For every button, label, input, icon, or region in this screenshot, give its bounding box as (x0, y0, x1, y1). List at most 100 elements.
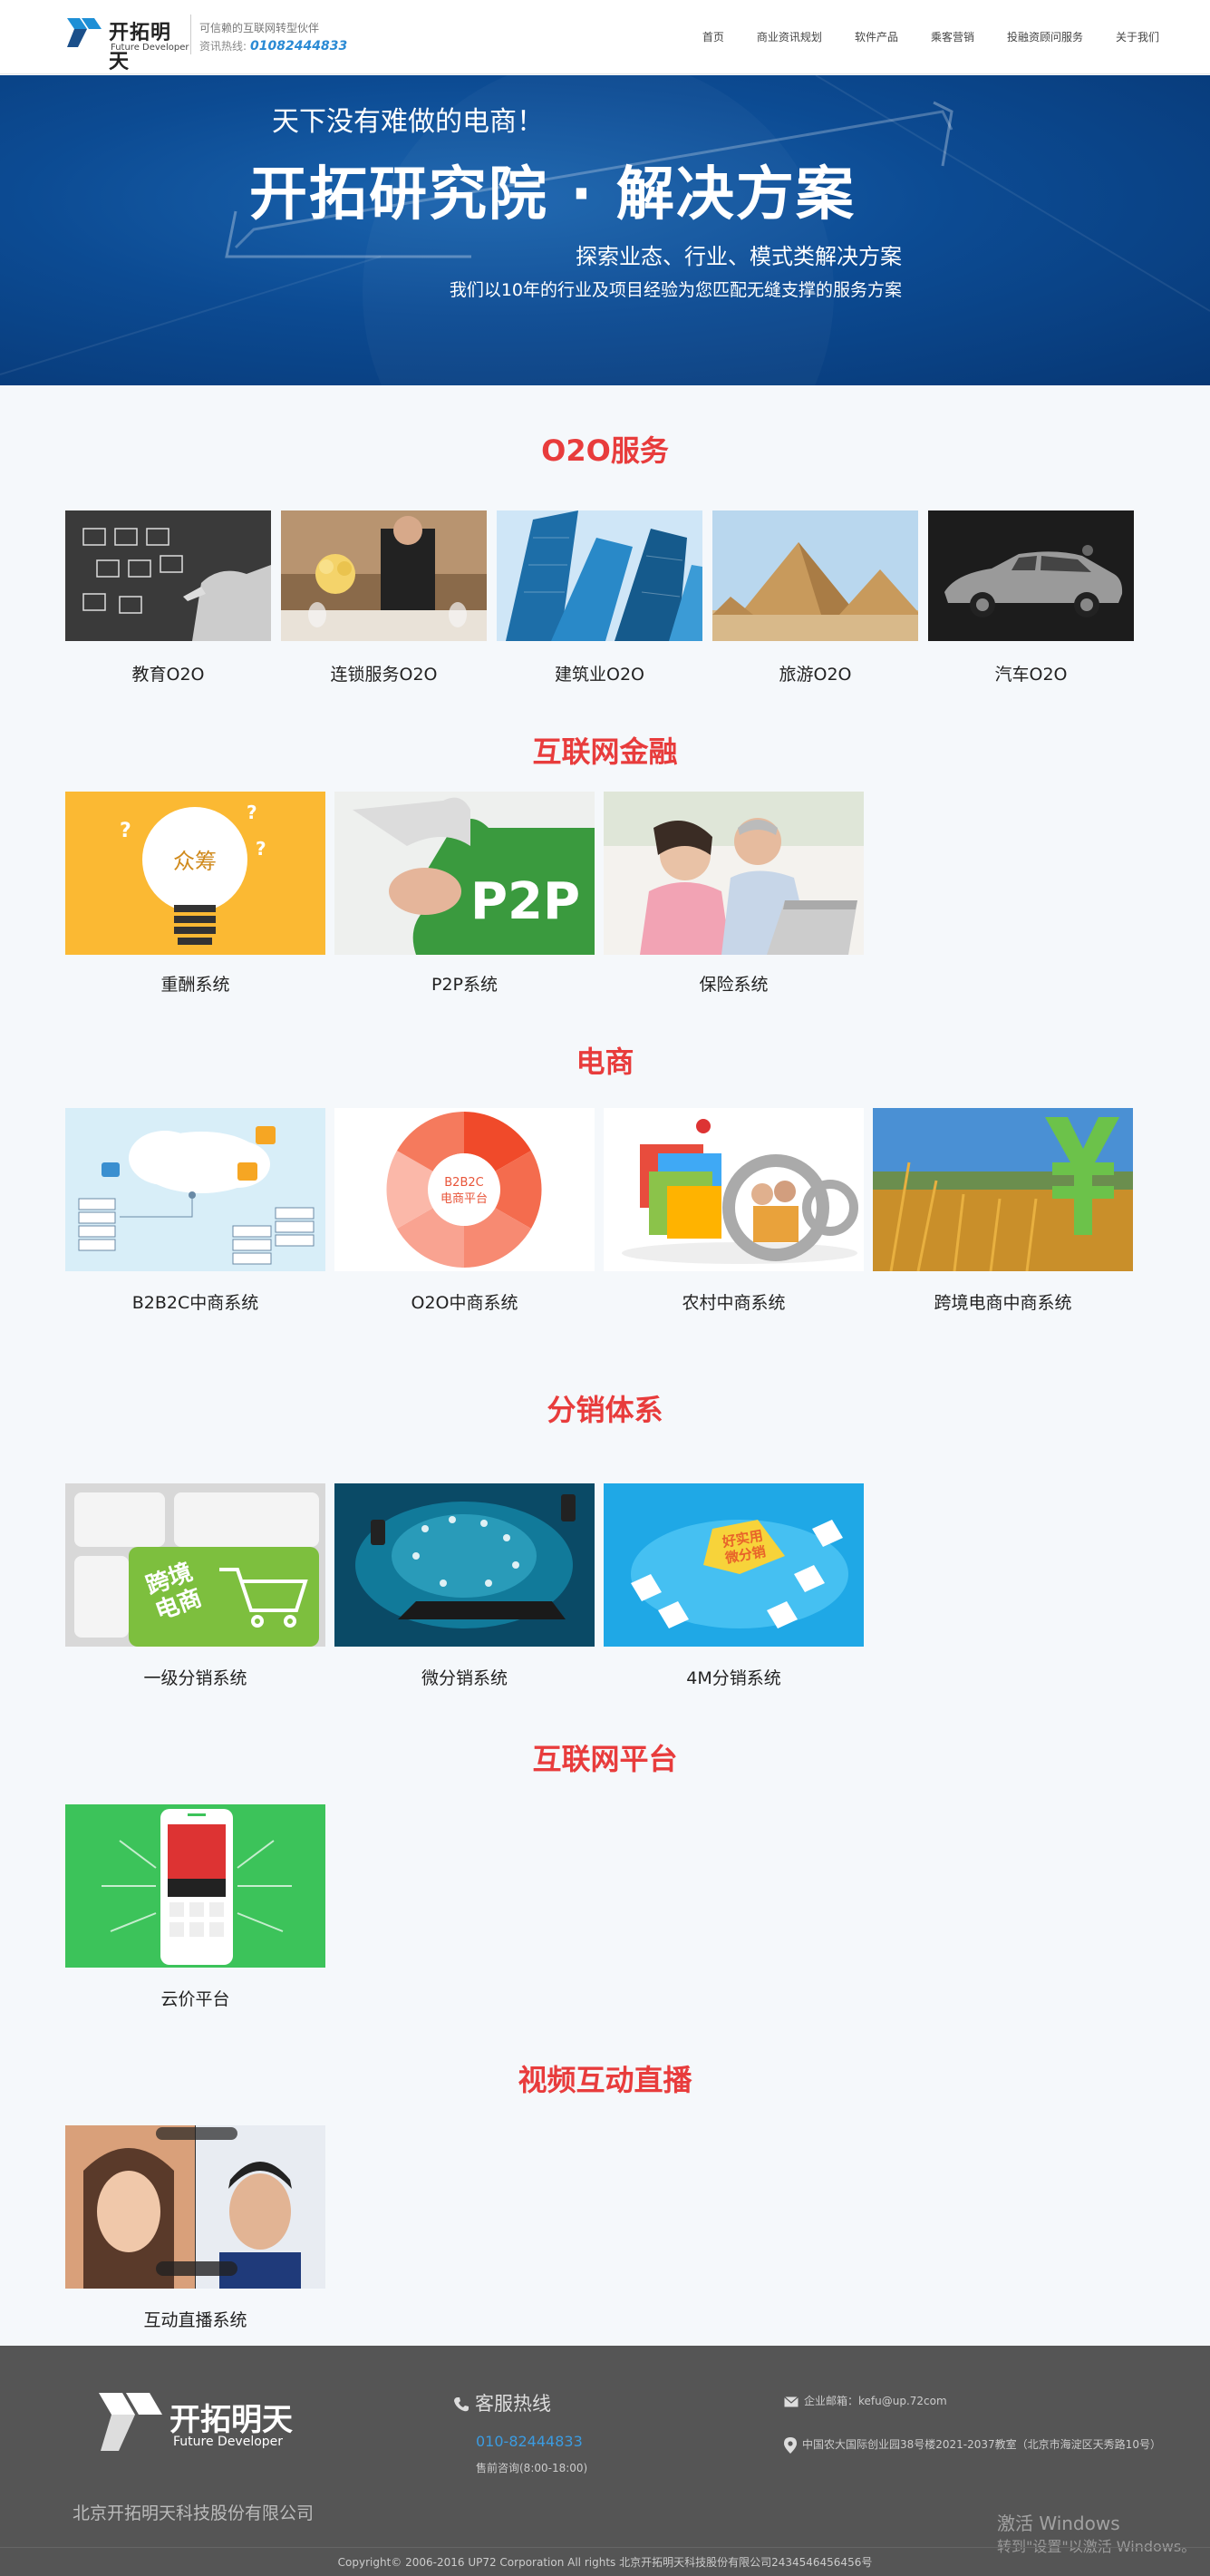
nav-software[interactable]: 软件产品 (855, 29, 898, 44)
card-auto-o2o[interactable]: 汽车O2O (928, 510, 1134, 692)
footer-divider (0, 2547, 1210, 2548)
card-crowdfunding[interactable]: 众筹 ? ? ? 重酬系统 (65, 792, 325, 996)
caption-chain-o2o: 连锁服务O2O (330, 665, 438, 685)
caption-crowdfunding: 重酬系统 (160, 975, 230, 995)
logo-mark-icon (67, 18, 102, 47)
thumb-live-streaming (65, 2125, 325, 2289)
card-crossborder[interactable]: 跨境电商中商系统 (873, 1108, 1133, 1317)
banner-subtitle: 探索业态、行业、模式类解决方案 (576, 244, 902, 269)
caption-edu-o2o: 教育O2O (131, 665, 205, 685)
windows-activation-hint: 转到"设置"以激活 Windows。 (997, 2538, 1196, 2555)
nav-about[interactable]: 关于我们 (1116, 29, 1159, 44)
logo-divider (190, 15, 191, 54)
nav-investment[interactable]: 投融资顾问服务 (1007, 29, 1083, 44)
thumb-p2p: P2P (334, 792, 595, 955)
thumb-edu-o2o (65, 510, 271, 641)
thumb-micro-distribution (334, 1483, 595, 1647)
svg-text:B2B2C: B2B2C (444, 1176, 483, 1190)
footer-hotline-label: 客服热线 (475, 2393, 551, 2415)
thumb-o2o-mall: B2B2C 电商平台 (334, 1108, 595, 1271)
thumb-b2b2c (65, 1108, 325, 1271)
caption-p2p: P2P系统 (431, 975, 498, 995)
card-o2o-mall[interactable]: B2B2C 电商平台 O2O中商系统 (334, 1108, 595, 1317)
caption-cloud-price: 云价平台 (160, 1989, 230, 2009)
svg-text:?: ? (247, 802, 257, 823)
hotline-number[interactable]: 01082444833 (250, 39, 347, 53)
svg-text:?: ? (120, 820, 131, 842)
caption-o2o-mall: O2O中商系统 (411, 1293, 518, 1313)
footer-address: 中国农大国际创业园38号楼2021-2037教室（北京市海淀区天秀路10号） (784, 2436, 1161, 2454)
footer-hours: 售前咨询(8:00-18:00) (476, 2462, 588, 2474)
section-title-platform: 互联网平台 (532, 1742, 678, 1776)
card-building-o2o[interactable]: 建筑业O2O (497, 510, 702, 692)
thumb-building-o2o (497, 510, 702, 641)
thumb-insurance (604, 792, 864, 955)
section-title-ecommerce: 电商 (576, 1045, 634, 1079)
banner-title: 开拓研究院 · 解决方案 (249, 161, 856, 228)
card-level1-distribution[interactable]: 跨境 电商 一级分销系统 (65, 1483, 325, 1692)
hotline-label: 资讯热线: (199, 40, 247, 53)
thumb-level1-distribution: 跨境 电商 (65, 1483, 325, 1647)
card-edu-o2o[interactable]: 教育O2O (65, 510, 271, 692)
card-4m-distribution[interactable]: 好实用 微分销 4M分销系统 (604, 1483, 864, 1692)
svg-text:?: ? (256, 838, 266, 860)
caption-rural: 农村中商系统 (682, 1293, 786, 1313)
logo-tagline: Future Developer (111, 43, 189, 53)
caption-live-streaming: 互动直播系统 (143, 2310, 247, 2330)
section-title-o2o: O2O服务 (541, 433, 669, 468)
mail-icon (784, 2396, 799, 2406)
caption-insurance: 保险系统 (699, 975, 769, 995)
card-p2p[interactable]: P2P P2P系统 (334, 792, 595, 996)
section-title-finance: 互联网金融 (532, 734, 678, 769)
footer-company: 北京开拓明天科技股份有限公司 (73, 2503, 315, 2523)
thumb-text-bulb: 众筹 (173, 849, 217, 874)
card-cloud-price[interactable]: 云价平台 (65, 1804, 325, 2013)
thumb-travel-o2o (712, 510, 918, 641)
thumb-4m-distribution: 好实用 微分销 (604, 1483, 864, 1647)
section-title-distribution: 分销体系 (547, 1393, 663, 1427)
nav-business-planning[interactable]: 商业资讯规划 (757, 29, 822, 44)
site-footer: 开拓明天 Future Developer 北京开拓明天科技股份有限公司 客服热… (0, 2346, 1210, 2576)
main-nav: 首页 商业资讯规划 软件产品 乘客营销 投融资顾问服务 关于我们 (670, 29, 1159, 44)
banner-tagline: 天下没有难做的电商！ (272, 106, 544, 138)
thumb-auto-o2o (928, 510, 1134, 641)
thumb-rural (604, 1108, 864, 1271)
caption-travel-o2o: 旅游O2O (779, 665, 852, 685)
card-travel-o2o[interactable]: 旅游O2O (712, 510, 918, 692)
footer-hotline-title: 客服热线 (453, 2389, 551, 2416)
windows-activation-title: 激活 Windows (997, 2513, 1120, 2534)
nav-marketing[interactable]: 乘客营销 (931, 29, 974, 44)
caption-micro-distribution: 微分销系统 (421, 1668, 508, 1688)
caption-4m-distribution: 4M分销系统 (686, 1668, 781, 1688)
thumb-crowdfunding: 众筹 ? ? ? (65, 792, 325, 955)
footer-hotline-number[interactable]: 010-82444833 (476, 2433, 583, 2450)
footer-copyright: Copyright© 2006-2016 UP72 Corporation Al… (337, 2556, 873, 2569)
card-live-streaming[interactable]: 互动直播系统 (65, 2125, 325, 2334)
caption-auto-o2o: 汽车O2O (994, 665, 1068, 685)
phone-icon (454, 2397, 469, 2412)
footer-logo[interactable]: 开拓明天 Future Developer (95, 2384, 304, 2456)
location-pin-icon (784, 2436, 797, 2454)
slogan: 可信赖的互联网转型伙伴 (199, 22, 320, 34)
card-rural[interactable]: 农村中商系统 (604, 1108, 864, 1317)
footer-mail: 企业邮箱：kefu@up.72com (784, 2393, 947, 2408)
hero-banner: 天下没有难做的电商！ 开拓研究院 · 解决方案 探索业态、行业、模式类解决方案 … (0, 75, 1210, 385)
footer-mail-text[interactable]: 企业邮箱：kefu@up.72com (804, 2395, 947, 2407)
caption-building-o2o: 建筑业O2O (555, 665, 644, 685)
nav-home[interactable]: 首页 (702, 29, 724, 44)
caption-b2b2c: B2B2C中商系统 (131, 1293, 259, 1313)
card-micro-distribution[interactable]: 微分销系统 (334, 1483, 595, 1692)
card-b2b2c[interactable]: B2B2C中商系统 (65, 1108, 325, 1317)
thumb-crossborder (873, 1108, 1133, 1271)
thumb-text-p2p: P2P (470, 872, 580, 931)
logo[interactable]: 开拓明天 Future Developer (65, 13, 189, 73)
footer-logo-mark-icon (99, 2393, 162, 2451)
thumb-cloud-price (65, 1804, 325, 1968)
footer-address-text: 中国农大国际创业园38号楼2021-2037教室（北京市海淀区天秀路10号） (802, 2438, 1161, 2451)
card-chain-o2o[interactable]: 连锁服务O2O (281, 510, 487, 692)
hotline: 资讯热线: 01082444833 (199, 38, 347, 53)
section-title-live: 视频互动直播 (518, 2063, 692, 2097)
card-insurance[interactable]: 保险系统 (604, 792, 864, 996)
svg-text:电商平台: 电商平台 (440, 1192, 488, 1206)
footer-logo-tagline: Future Developer (173, 2435, 284, 2449)
